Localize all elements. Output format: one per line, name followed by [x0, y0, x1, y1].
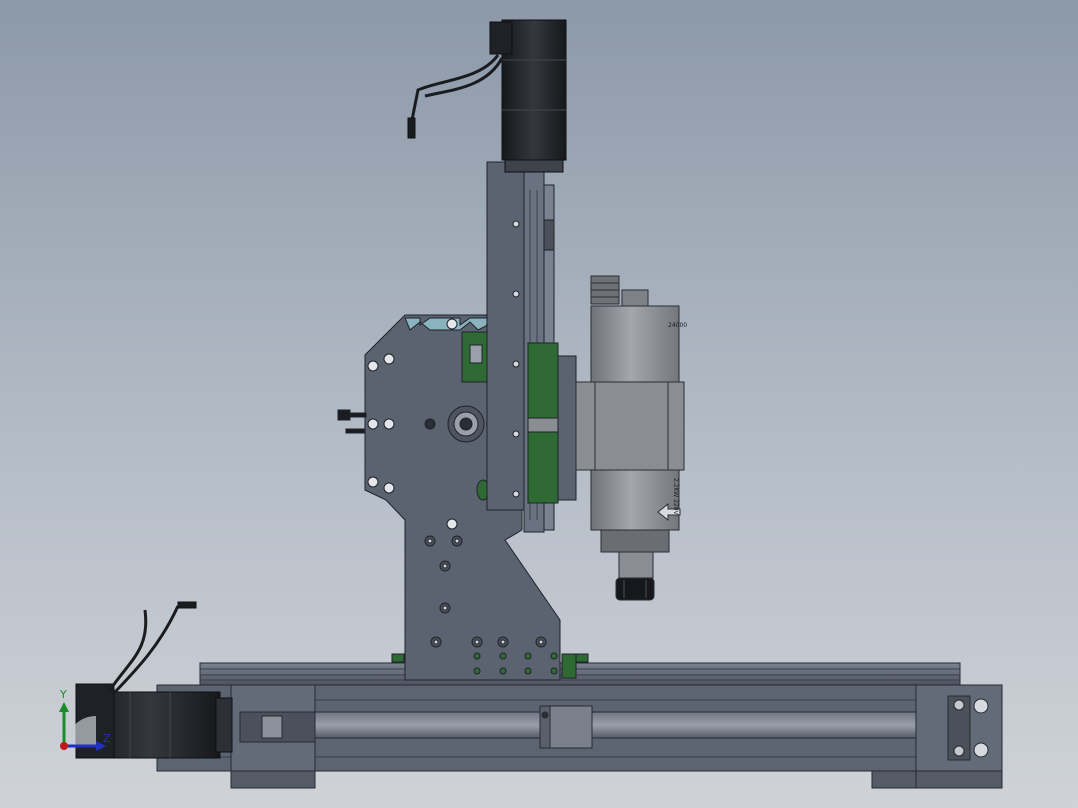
triad-z-label: Z	[103, 732, 111, 745]
spindle-marking-top: 24000	[668, 322, 687, 329]
z-axis-column	[486, 161, 577, 533]
lead-screw	[314, 711, 946, 739]
cad-viewport[interactable]: 24000 2.2KW 220V Y Z	[0, 0, 1078, 808]
spindle-assembly: 24000 2.2KW 220V	[575, 275, 687, 601]
z-axis-stepper-motor	[407, 19, 567, 173]
cnc-gantry-side-view: 24000 2.2KW 220V Y Z	[59, 19, 1003, 789]
collet-nut	[615, 577, 655, 601]
triad-y-label: Y	[59, 688, 67, 701]
spindle-marking-side: 2.2KW 220V	[672, 478, 679, 516]
base-rail-assembly	[156, 662, 1003, 789]
top-extrusion	[199, 662, 961, 686]
